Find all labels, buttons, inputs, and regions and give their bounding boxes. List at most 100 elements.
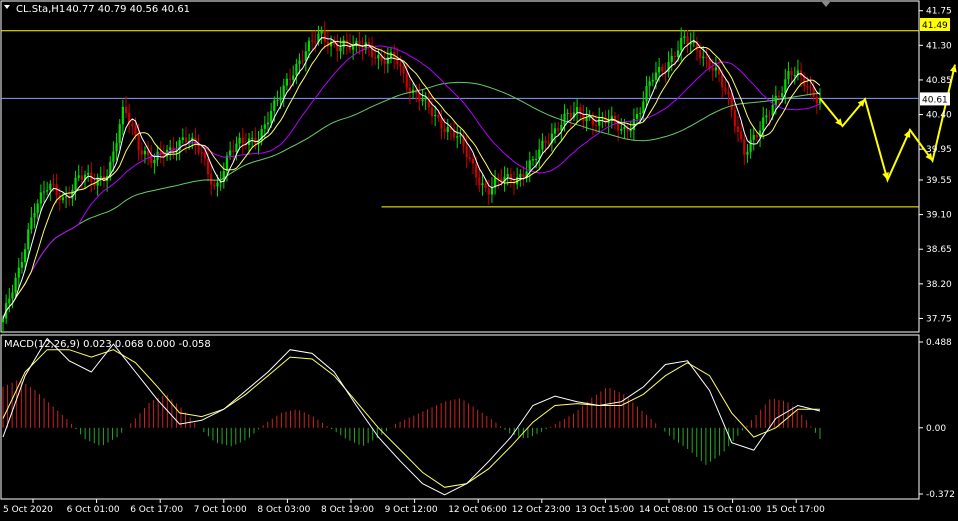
price-axis-label: 37.75: [926, 314, 952, 324]
candle-body: [680, 37, 683, 51]
candle-body: [137, 134, 140, 151]
candle-body: [670, 55, 673, 63]
candle-body: [585, 117, 588, 121]
candle-body: [52, 183, 55, 185]
candle-body: [225, 155, 229, 171]
price-axis-label: 41.30: [926, 41, 952, 51]
candle-body: [547, 142, 550, 144]
candle-body: [39, 192, 42, 204]
chart-root: 41.75 41.30 40.85 40.40 39.95 39.55 39.10 38.65…: [0, 0, 958, 517]
candle-body: [443, 128, 446, 132]
time-axis-label: 6 Oct 01:00: [67, 505, 120, 515]
candle-body: [702, 56, 705, 59]
candle-body: [206, 158, 210, 175]
time-axis-label: 12 Oct 23:00: [512, 505, 571, 515]
candle-body: [421, 99, 424, 102]
candle-body: [699, 50, 702, 59]
candle-body: [33, 212, 36, 218]
candle-body: [790, 71, 793, 76]
candle-body: [749, 139, 752, 152]
candle-body: [727, 91, 730, 95]
candle-body: [686, 36, 689, 45]
candle-body: [270, 111, 273, 123]
candle-body: [446, 127, 449, 132]
candle-body: [569, 112, 572, 118]
candle-body: [64, 196, 68, 198]
candle-body: [541, 140, 544, 150]
price-axis-label: 40.85: [926, 76, 952, 86]
candle-body: [140, 150, 143, 155]
candle-body: [434, 114, 437, 117]
candle-body: [42, 191, 46, 193]
candle-body: [566, 112, 569, 114]
candle-body: [74, 177, 77, 191]
candle-body: [27, 229, 30, 250]
candle-body: [213, 184, 216, 187]
candle-body: [471, 159, 475, 164]
candle-body: [424, 97, 427, 100]
candle-body: [229, 150, 232, 156]
candle-body: [377, 54, 380, 59]
candle-body: [806, 86, 809, 88]
candle-body: [112, 151, 115, 162]
candle-body: [755, 135, 759, 138]
candle-body: [292, 75, 295, 80]
candle-body: [730, 94, 733, 111]
time-axis-label: 15 Oct 17:00: [766, 505, 825, 515]
candle-body: [721, 74, 724, 88]
candle-body: [490, 187, 494, 195]
candle-body: [399, 64, 402, 67]
candle-body: [645, 86, 648, 102]
candle-body: [752, 135, 755, 140]
candle-body: [61, 197, 65, 201]
price-badge: 40.61: [922, 95, 948, 105]
candle-body: [80, 175, 83, 180]
candle-body: [475, 163, 478, 178]
candle-body: [629, 130, 632, 132]
candle-body: [20, 262, 24, 268]
candle-body: [282, 85, 285, 98]
candle-body: [311, 40, 314, 42]
candle-body: [200, 152, 203, 154]
candle-body: [115, 142, 118, 152]
candle-body: [456, 136, 459, 138]
candle-body: [358, 40, 361, 48]
candle-body: [197, 144, 200, 153]
candle-body: [17, 267, 20, 278]
candle-body: [784, 79, 787, 94]
candle-body: [661, 66, 664, 72]
candle-body: [36, 203, 39, 213]
candle-body: [405, 73, 408, 88]
candle-body: [241, 137, 244, 144]
candle-body: [339, 47, 342, 52]
candle-body: [743, 138, 746, 155]
time-axis-label: 8 Oct 19:00: [321, 505, 374, 515]
candle-body: [11, 292, 14, 299]
time-axis-label: 12 Oct 06:00: [448, 505, 507, 515]
candle-body: [46, 190, 49, 192]
candle-body: [594, 124, 598, 126]
candle-body: [440, 117, 443, 129]
candle-body: [781, 93, 784, 97]
candle-body: [273, 100, 276, 112]
candle-body: [528, 160, 531, 172]
candle-body: [648, 81, 651, 87]
candle-body: [531, 159, 535, 161]
candle-body: [673, 55, 676, 57]
level-badge: 41.49: [922, 21, 948, 31]
candle-body: [683, 36, 686, 38]
candle-body: [658, 66, 661, 73]
price-axis-label: 39.10: [926, 211, 952, 221]
candle-body: [793, 75, 796, 77]
candle-body: [777, 95, 781, 97]
candle-body: [576, 107, 579, 113]
symbol-label: CL.Sta,H1: [16, 4, 65, 15]
candle-body: [181, 137, 184, 141]
candle-body: [519, 173, 522, 178]
candle-body: [468, 157, 471, 160]
candle-body: [740, 131, 743, 139]
candle-body: [418, 93, 421, 102]
candle-body: [465, 146, 468, 158]
candle-body: [342, 40, 345, 48]
candle-body: [746, 151, 749, 155]
